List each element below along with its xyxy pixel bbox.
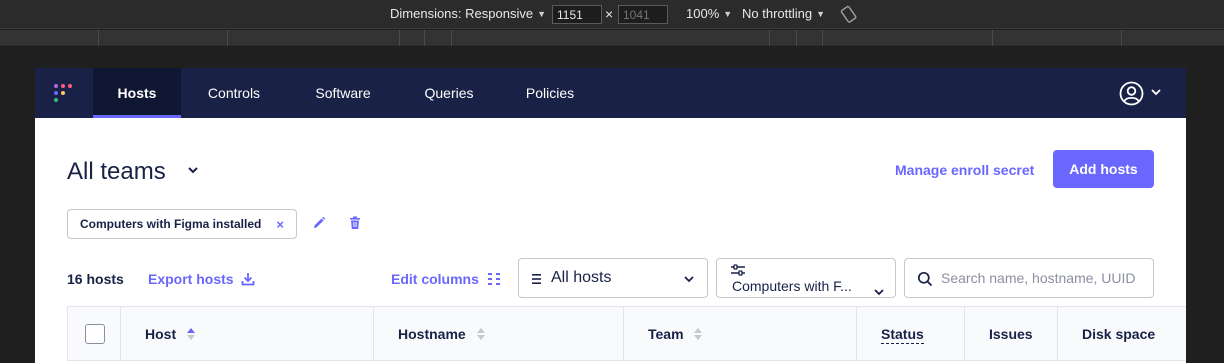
host-search [904,258,1154,298]
user-avatar-icon[interactable] [1119,81,1144,106]
times-sign: × [605,6,614,22]
export-hosts-link[interactable]: Export hosts [148,271,234,287]
search-icon [917,271,933,287]
list-icon [532,274,541,284]
column-team-label: Team [648,326,684,342]
sort-icon[interactable] [693,327,703,341]
column-hostname-label: Hostname [398,326,466,342]
host-status-select[interactable]: All hosts [518,258,708,298]
ruler-tick [1121,30,1122,46]
column-host-label: Host [145,326,177,342]
add-hosts-button[interactable]: Add hosts [1053,150,1154,188]
fleet-logo-icon[interactable] [53,83,75,105]
select-all-checkbox[interactable] [85,324,105,344]
column-status-label: Status [881,326,924,344]
host-count: 16 hosts [67,271,124,287]
column-status[interactable]: Status [857,307,965,360]
rotate-icon[interactable] [840,5,858,23]
zoom-dropdown[interactable]: 100% ▼ [686,6,732,21]
sort-icon[interactable] [476,327,486,341]
column-issues-label: Issues [989,326,1033,342]
export-hosts-label: Export hosts [148,271,234,287]
ruler-tick [227,30,228,46]
team-dropdown-chevron-icon[interactable] [186,163,200,177]
ruler-tick [98,30,99,46]
column-host[interactable]: Host [121,307,374,360]
ruler-tick [992,30,993,46]
page-title[interactable]: All teams [67,158,166,186]
throttling-dropdown[interactable]: No throttling ▼ [742,6,825,21]
search-input[interactable] [941,268,1146,288]
ruler-tick [451,30,452,46]
tab-hosts[interactable]: Hosts [93,68,181,118]
columns-icon[interactable] [486,271,502,287]
edit-pencil-icon[interactable] [311,215,327,231]
ruler [0,30,1224,46]
column-issues[interactable]: Issues [965,307,1058,360]
ruler-tick [769,30,770,46]
dimensions-dropdown[interactable]: Dimensions: Responsive ▼ [390,6,546,21]
chevron-down-icon: ▼ [816,8,826,19]
column-hostname[interactable]: Hostname [374,307,624,360]
trash-icon[interactable] [347,215,363,231]
filter-pill-label: Computers with Figma installed [80,217,262,231]
tab-software[interactable]: Software [301,68,385,118]
column-disk-space[interactable]: Disk space [1058,307,1186,360]
remove-filter-icon[interactable]: × [276,217,284,232]
tab-policies[interactable]: Policies [513,68,587,118]
chevron-down-icon [684,276,694,283]
ruler-tick [399,30,400,46]
width-input[interactable] [552,5,602,24]
host-status-value: All hosts [551,269,612,286]
sort-icon[interactable] [186,327,196,341]
column-disk-space-label: Disk space [1082,326,1156,342]
manage-enroll-secret-link[interactable]: Manage enroll secret [895,162,1034,178]
label-filter-select[interactable]: Computers with F... [716,258,896,298]
edit-columns-link[interactable]: Edit columns [391,271,479,287]
app-viewport: Hosts Controls Software Queries Policies… [35,68,1186,363]
ruler-tick [796,30,797,46]
dimensions-label: Dimensions: Responsive [390,6,534,21]
tab-queries[interactable]: Queries [411,68,487,118]
column-team[interactable]: Team [624,307,857,360]
label-filter-pill: Computers with Figma installed × [67,209,297,239]
tab-controls[interactable]: Controls [193,68,275,118]
filter-sliders-icon [731,264,745,276]
chevron-down-icon: ▼ [537,8,546,19]
table-header: Host Hostname Team Status Issues Disk sp… [67,306,1186,361]
top-nav: Hosts Controls Software Queries Policies [35,68,1186,118]
height-input[interactable] [618,5,668,24]
ruler-tick [424,30,425,46]
download-icon[interactable] [240,271,256,287]
zoom-label: 100% [686,6,720,21]
chevron-down-icon [874,289,884,296]
label-filter-value: Computers with F... [732,278,852,294]
devtools-toolbar: Dimensions: Responsive ▼ × 100% ▼ No thr… [0,0,1224,29]
chevron-down-icon[interactable] [1150,86,1162,98]
ruler-tick [822,30,823,46]
chevron-down-icon: ▼ [723,8,733,19]
throttling-label: No throttling [742,6,813,21]
select-all-cell [68,307,121,360]
